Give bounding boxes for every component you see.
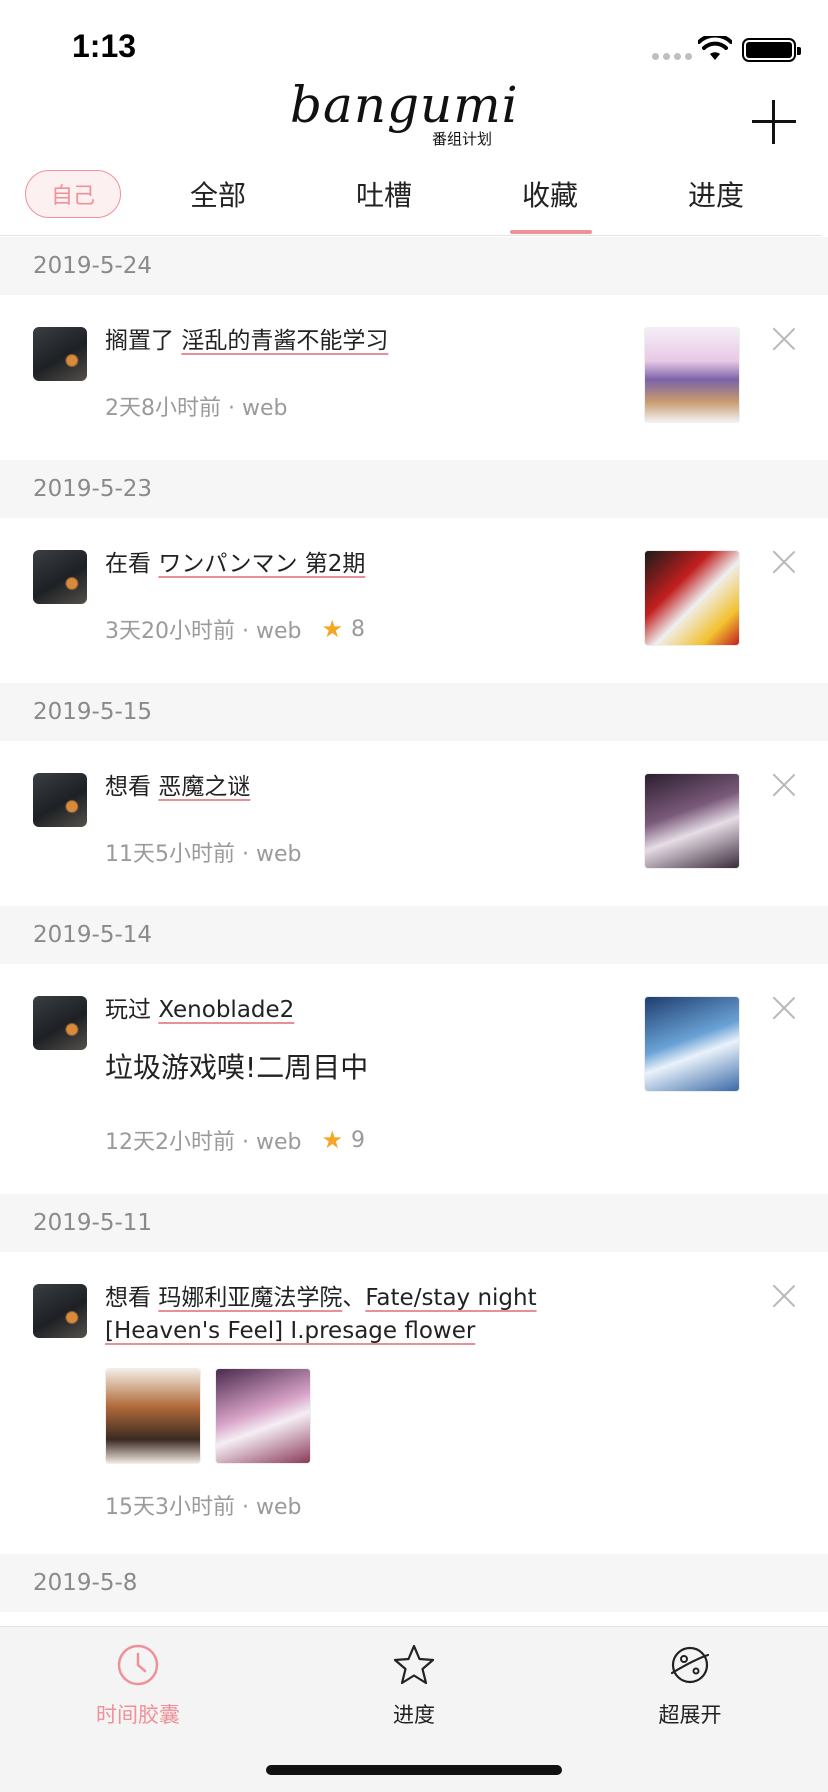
timestamp: 11天5小时前 · web <box>105 842 302 867</box>
timeline-item-text: 想看 恶魔之谜 <box>105 771 635 804</box>
comment-text: 垃圾游戏嗼!二周目中 <box>105 1051 369 1084</box>
subject-thumbnails <box>105 1368 635 1464</box>
tabbar-label: 超展开 <box>658 1703 722 1727</box>
status-time: 1:13 <box>72 28 137 64</box>
rating-value: 9 <box>350 1127 365 1153</box>
clock-icon <box>117 1644 159 1686</box>
date-header: 2019-5-14 <box>0 906 828 964</box>
item-meta: 11天5小时前 · web <box>105 836 301 868</box>
date-header: 2019-5-24 <box>0 237 828 295</box>
subject-cover-image[interactable] <box>105 1368 201 1464</box>
subject-link[interactable]: ワンパンマン 第2期 <box>158 551 365 577</box>
action-label: 玩过 <box>105 997 151 1023</box>
logo-text: bangumi <box>290 76 519 134</box>
tabbar-label: 进度 <box>393 1703 435 1727</box>
avatar[interactable] <box>33 773 87 827</box>
logo-subtitle: 番组计划 <box>432 130 493 148</box>
wifi-icon <box>698 36 732 60</box>
delete-item-button[interactable] <box>772 550 796 574</box>
subject-cover-image[interactable] <box>215 1368 311 1464</box>
delete-item-button[interactable] <box>772 773 796 797</box>
date-header: 2019-5-23 <box>0 460 828 518</box>
timeline-item-text: 玩过 Xenoblade2 垃圾游戏嗼!二周目中 <box>105 994 635 1087</box>
active-tab-indicator <box>510 230 592 234</box>
planet-icon <box>670 1646 710 1684</box>
star-icon: ★ <box>321 615 343 643</box>
timestamp: 3天20小时前 · web <box>105 619 302 644</box>
avatar[interactable] <box>33 327 87 381</box>
star-icon <box>393 1644 435 1685</box>
avatar[interactable] <box>33 550 87 604</box>
timeline-item: 想看 恶魔之谜 11天5小时前 · web <box>0 741 828 906</box>
date-header: 2019-5-11 <box>0 1194 828 1252</box>
cellular-signal-icon <box>652 53 692 60</box>
subject-link[interactable]: 恶魔之谜 <box>158 774 250 800</box>
tabbar-item-discover[interactable]: 超展开 <box>610 1643 770 1729</box>
tab-collections[interactable]: 收藏 <box>490 174 610 214</box>
add-button[interactable] <box>752 100 796 144</box>
item-meta: 12天2小时前 · web ★ 9 <box>105 1124 365 1156</box>
rating-value: 8 <box>350 616 365 642</box>
timeline-item: 玩过 Xenoblade2 垃圾游戏嗼!二周目中 12天2小时前 · web ★… <box>0 964 828 1194</box>
timeline-item-text: 在看 ワンパンマン 第2期 <box>105 548 635 581</box>
item-meta: 15天3小时前 · web <box>105 1489 301 1521</box>
self-filter-chip[interactable]: 自己 <box>25 170 121 218</box>
action-label: 搁置了 <box>105 328 174 354</box>
avatar[interactable] <box>33 1284 87 1338</box>
tab-progress[interactable]: 进度 <box>656 174 776 214</box>
action-label: 想看 <box>105 774 151 800</box>
tabbar-item-progress[interactable]: 进度 <box>334 1643 494 1729</box>
timeline-item: 搁置了 淫乱的青酱不能学习 2天8小时前 · web <box>0 295 828 460</box>
timestamp: 2天8小时前 · web <box>105 396 288 421</box>
tab-comments[interactable]: 吐槽 <box>324 174 444 214</box>
timeline-item-text: 想看 玛娜利亚魔法学院、Fate/stay night [Heaven's Fe… <box>105 1282 635 1464</box>
timeline-item-text: 搁置了 淫乱的青酱不能学习 <box>105 325 635 358</box>
item-meta: 3天20小时前 · web ★ 8 <box>105 613 365 645</box>
subject-cover-image[interactable] <box>644 996 740 1092</box>
tabbar-label: 时间胶囊 <box>96 1703 180 1727</box>
subject-cover-image[interactable] <box>644 773 740 869</box>
bangumi-logo: bangumi 番组计划 <box>290 76 540 152</box>
timeline-feed: 2019-5-24 搁置了 淫乱的青酱不能学习 2天8小时前 · web 201… <box>0 237 828 1612</box>
date-header: 2019-5-15 <box>0 683 828 741</box>
tabbar-item-timeline[interactable]: 时间胶囊 <box>58 1643 218 1729</box>
delete-item-button[interactable] <box>772 996 796 1020</box>
star-icon: ★ <box>321 1126 343 1154</box>
action-label: 在看 <box>105 551 151 577</box>
timeline-tabs: 自己 全部 吐槽 收藏 进度 <box>0 160 822 236</box>
subject-link[interactable]: Xenoblade2 <box>158 997 294 1023</box>
subject-cover-image[interactable] <box>644 327 740 423</box>
bottom-tab-bar: 时间胶囊 进度 超展开 <box>0 1626 828 1792</box>
item-meta: 2天8小时前 · web <box>105 390 287 422</box>
timestamp: 12天2小时前 · web <box>105 1130 302 1155</box>
delete-item-button[interactable] <box>772 327 796 351</box>
timestamp: 15天3小时前 · web <box>105 1495 302 1520</box>
delete-item-button[interactable] <box>772 1284 796 1308</box>
subject-separator: 、 <box>342 1285 366 1311</box>
battery-icon <box>742 38 801 62</box>
action-label: 想看 <box>105 1285 151 1311</box>
subject-link[interactable]: 淫乱的青酱不能学习 <box>181 328 388 354</box>
avatar[interactable] <box>33 996 87 1050</box>
subject-cover-image[interactable] <box>644 550 740 646</box>
tab-all[interactable]: 全部 <box>158 174 278 214</box>
timeline-item: 想看 玛娜利亚魔法学院、Fate/stay night [Heaven's Fe… <box>0 1252 828 1554</box>
home-indicator <box>266 1765 562 1775</box>
date-header: 2019-5-8 <box>0 1554 828 1612</box>
subject-link[interactable]: 玛娜利亚魔法学院 <box>158 1285 342 1311</box>
timeline-item: 在看 ワンパンマン 第2期 3天20小时前 · web ★ 8 <box>0 518 828 683</box>
